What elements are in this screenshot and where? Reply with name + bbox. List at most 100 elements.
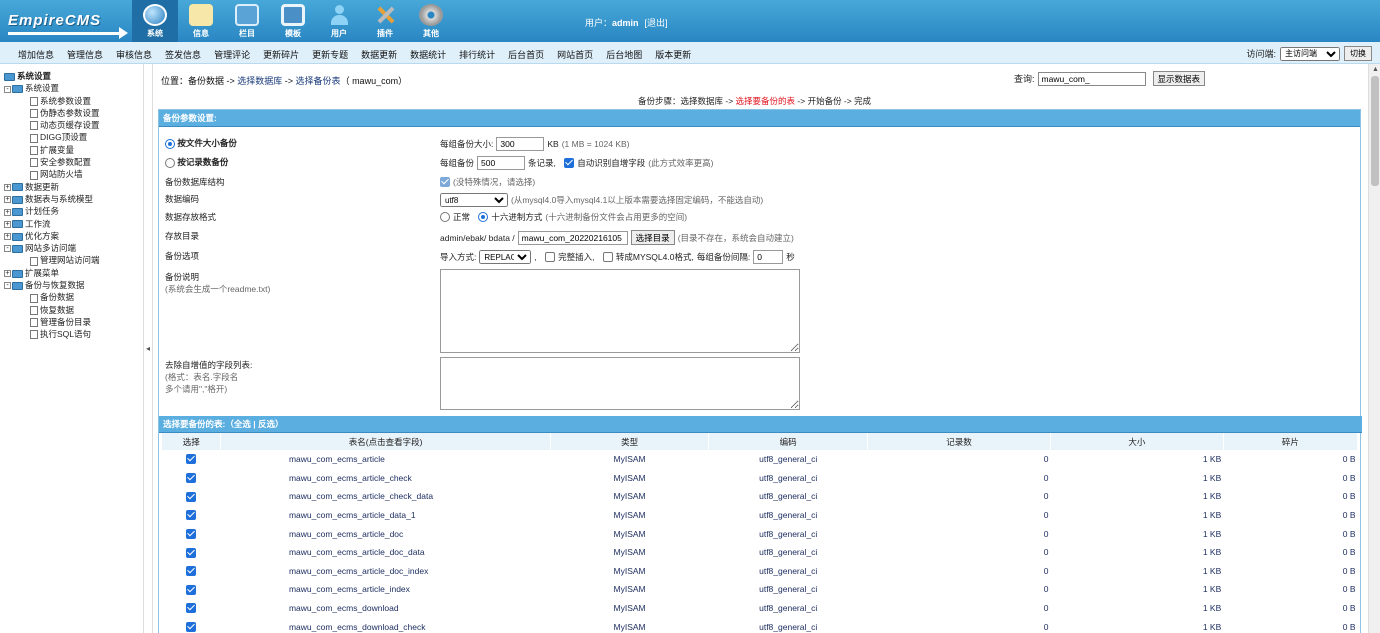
- select-all-link[interactable]: 全选: [234, 419, 251, 429]
- sidebar-item[interactable]: DIGG顶设置: [4, 131, 100, 143]
- breadcrumb-select-db[interactable]: 选择数据库: [237, 76, 282, 86]
- format-hex-radio[interactable]: [478, 212, 489, 222]
- row-checkbox[interactable]: [186, 603, 197, 614]
- table-name-link[interactable]: mawu_com_ecms_download: [220, 598, 551, 618]
- collapse-arrow-icon[interactable]: ◂: [146, 344, 150, 353]
- table-name-link[interactable]: mawu_com_ecms_article: [220, 450, 551, 470]
- sidebar-item[interactable]: 网站防火墙: [4, 168, 100, 180]
- dir-input[interactable]: [517, 230, 628, 245]
- by-records-option[interactable]: 按记录数备份: [165, 156, 228, 168]
- expand-icon[interactable]: +: [4, 233, 11, 241]
- tree-root[interactable]: 系统设置: [4, 70, 100, 82]
- logout-link[interactable]: [退出]: [645, 18, 668, 28]
- table-name-link[interactable]: mawu_com_ecms_article_doc_index: [220, 561, 551, 581]
- expand-icon[interactable]: +: [4, 183, 11, 191]
- sidebar-item[interactable]: - 网站多访问端: [4, 242, 100, 254]
- sidebar-item[interactable]: 恢复数据: [4, 304, 100, 316]
- visit-select[interactable]: 主访问端: [1280, 46, 1340, 61]
- mysql40-checkbox[interactable]: [602, 252, 613, 262]
- topnav-other[interactable]: 其他: [408, 0, 454, 42]
- row-checkbox[interactable]: [186, 473, 197, 484]
- sidebar-item[interactable]: 动态页缓存设置: [4, 119, 100, 131]
- collapse-icon[interactable]: -: [4, 85, 11, 93]
- by-size-option[interactable]: 按文件大小备份: [165, 137, 237, 149]
- table-name-link[interactable]: mawu_com_ecms_download_check: [220, 617, 551, 633]
- charset-select[interactable]: utf8: [440, 193, 508, 207]
- row-checkbox[interactable]: [186, 566, 197, 577]
- sidebar-item[interactable]: 备份数据: [4, 291, 100, 303]
- menu-item[interactable]: 后台地图: [606, 48, 642, 61]
- records-input[interactable]: [477, 156, 526, 170]
- expand-icon[interactable]: +: [4, 220, 11, 228]
- sidebar-item[interactable]: 管理备份目录: [4, 316, 100, 328]
- sidebar-item[interactable]: + 计划任务: [4, 205, 100, 217]
- row-checkbox[interactable]: [186, 584, 197, 595]
- row-checkbox[interactable]: [186, 510, 197, 521]
- sidebar-item[interactable]: - 备份与恢复数据: [4, 279, 100, 291]
- sidebar-item[interactable]: + 数据更新: [4, 181, 100, 193]
- menu-item[interactable]: 审核信息: [116, 48, 152, 61]
- row-checkbox[interactable]: [186, 491, 197, 502]
- menu-item[interactable]: 管理信息: [67, 48, 103, 61]
- sidebar-item[interactable]: + 扩展菜单: [4, 267, 100, 279]
- table-name-link[interactable]: mawu_com_ecms_article_data_1: [220, 505, 551, 525]
- readme-textarea[interactable]: [440, 269, 800, 353]
- invert-select-link[interactable]: 反选: [258, 419, 275, 429]
- sidebar-item[interactable]: - 系统设置: [4, 82, 100, 94]
- menu-item[interactable]: 网站首页: [557, 48, 593, 61]
- menu-item[interactable]: 更新碎片: [263, 48, 299, 61]
- table-name-link[interactable]: mawu_com_ecms_article_doc_data: [220, 542, 551, 563]
- collapse-icon[interactable]: -: [4, 245, 11, 253]
- menu-item[interactable]: 后台首页: [508, 48, 544, 61]
- topnav-template[interactable]: 模板: [270, 0, 316, 42]
- row-checkbox[interactable]: [186, 622, 197, 633]
- table-name-link[interactable]: mawu_com_ecms_article_check_data: [220, 487, 551, 507]
- menu-item[interactable]: 增加信息: [18, 48, 54, 61]
- menu-item[interactable]: 数据统计: [410, 48, 446, 61]
- topnav-plugin[interactable]: 插件: [362, 0, 408, 42]
- interval-input[interactable]: [753, 250, 784, 264]
- format-normal-radio[interactable]: [440, 212, 450, 222]
- table-name-link[interactable]: mawu_com_ecms_article_index: [220, 580, 551, 600]
- expand-icon[interactable]: +: [4, 208, 11, 216]
- sidebar-splitter[interactable]: ◂: [143, 64, 153, 633]
- table-name-link[interactable]: mawu_com_ecms_article_doc: [220, 524, 551, 544]
- menu-item[interactable]: 管理评论: [214, 48, 250, 61]
- sidebar-item[interactable]: 伪静态参数设置: [4, 107, 100, 119]
- empirecms-logo[interactable]: EmpireCMS: [0, 0, 130, 42]
- topnav-column[interactable]: 栏目: [224, 0, 270, 42]
- menu-item[interactable]: 签发信息: [165, 48, 201, 61]
- expand-icon[interactable]: +: [4, 196, 11, 204]
- scroll-up-icon[interactable]: ▲: [1372, 66, 1379, 73]
- row-checkbox[interactable]: [186, 547, 197, 558]
- menu-item[interactable]: 更新专题: [312, 48, 348, 61]
- collapse-icon[interactable]: -: [4, 282, 11, 290]
- sidebar-item[interactable]: 系统参数设置: [4, 95, 100, 107]
- menu-item[interactable]: 排行统计: [459, 48, 495, 61]
- sidebar-item[interactable]: 管理网站访问端: [4, 254, 100, 266]
- sidebar-item[interactable]: 扩展变量: [4, 144, 100, 156]
- menu-item[interactable]: 版本更新: [655, 48, 691, 61]
- sidebar-item[interactable]: + 优化方案: [4, 230, 100, 242]
- topnav-info[interactable]: 信息: [178, 0, 224, 42]
- strip-textarea[interactable]: [440, 357, 800, 410]
- autoinc-checkbox[interactable]: [564, 158, 575, 168]
- sidebar-item[interactable]: 安全参数配置: [4, 156, 100, 168]
- by-records-radio[interactable]: [165, 157, 175, 168]
- sidebar-item[interactable]: 执行SQL语句: [4, 328, 100, 340]
- table-name-link[interactable]: mawu_com_ecms_article_check: [220, 468, 551, 488]
- vertical-scrollbar[interactable]: ▲: [1368, 64, 1380, 633]
- import-select[interactable]: REPLACE: [479, 250, 532, 264]
- expand-icon[interactable]: +: [4, 270, 11, 277]
- row-checkbox[interactable]: [186, 529, 197, 540]
- topnav-user[interactable]: 用户: [316, 0, 362, 42]
- scroll-thumb[interactable]: [1371, 76, 1379, 186]
- sidebar-item[interactable]: + 工作流: [4, 218, 100, 230]
- topnav-system[interactable]: 系统: [132, 0, 178, 42]
- full-insert-checkbox[interactable]: [545, 252, 556, 262]
- menu-item[interactable]: 数据更新: [361, 48, 397, 61]
- show-tables-button[interactable]: 显示数据表: [1152, 71, 1206, 86]
- switch-button[interactable]: 切换: [1344, 46, 1372, 61]
- size-input[interactable]: [496, 137, 545, 151]
- search-input[interactable]: [1037, 71, 1146, 86]
